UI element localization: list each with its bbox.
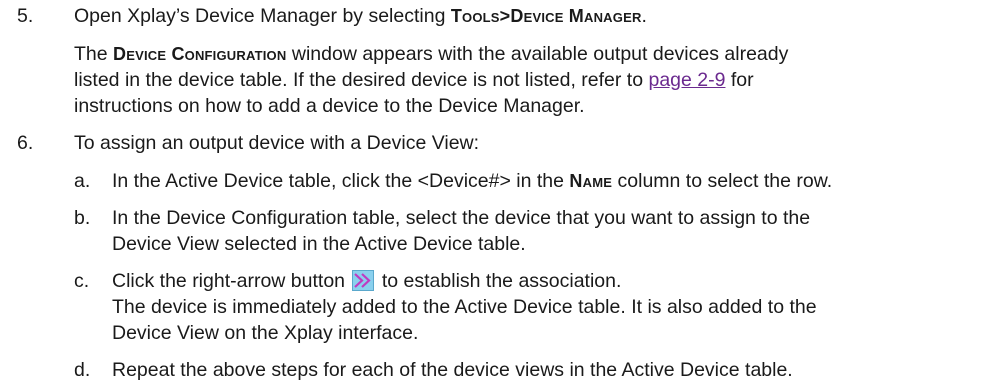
step-5-text-a: Open Xplay’s Device Manager by selecting: [74, 5, 451, 27]
step-5-text-b: .: [641, 5, 647, 27]
step-5-text: Open Xplay’s Device Manager by selecting…: [74, 3, 647, 29]
substep-d-letter: d.: [74, 359, 91, 381]
menu-path: Tools>Device Manager: [450, 6, 642, 26]
substep-d-text: Repeat the above steps for each of the d…: [112, 359, 793, 381]
substep-a-text-b: column to select the row.: [612, 170, 833, 192]
substep-c-text-b: to establish the association.: [376, 270, 622, 292]
window-name: Device Configuration: [113, 44, 287, 64]
step-5-para-line-3: instructions on how to add a device to t…: [74, 95, 585, 117]
substep-c-letter: c.: [74, 270, 90, 292]
para-2-b: for: [725, 69, 754, 91]
step-6-number: 6.: [17, 132, 34, 154]
substep-c-line-2: The device is immediately added to the A…: [112, 296, 817, 318]
double-right-arrow-icon: [352, 270, 375, 291]
substep-c-line-3: Device View on the Xplay interface.: [112, 322, 419, 344]
substep-b-letter: b.: [74, 207, 91, 229]
step-6-text: To assign an output device with a Device…: [74, 132, 480, 154]
step-5-number: 5.: [17, 5, 34, 27]
name-column: Name: [569, 171, 613, 191]
para-1-b: window appears with the available output…: [286, 43, 789, 65]
page-reference-link[interactable]: page 2-9: [648, 69, 725, 91]
substep-c-text-a: Click the right-arrow button: [112, 270, 351, 292]
step-5-para-line-2: listed in the device table. If the desir…: [74, 67, 754, 93]
substep-c-line-1: Click the right-arrow button to establis…: [112, 268, 621, 294]
substep-a-text-a: In the Active Device table, click the <D…: [112, 170, 570, 192]
document-page: { "step5": { "num": "5.", "text_a": "Ope…: [0, 0, 991, 384]
substep-b-line-2: Device View selected in the Active Devic…: [112, 233, 526, 255]
substep-a-text: In the Active Device table, click the <D…: [112, 168, 832, 194]
substep-b-line-1: In the Device Configuration table, selec…: [112, 207, 811, 229]
step-5-para-line-1: The Device Configuration window appears …: [74, 41, 788, 67]
para-2-a: listed in the device table. If the desir…: [74, 69, 649, 91]
substep-a-letter: a.: [74, 170, 91, 192]
para-1-a: The: [74, 43, 114, 65]
